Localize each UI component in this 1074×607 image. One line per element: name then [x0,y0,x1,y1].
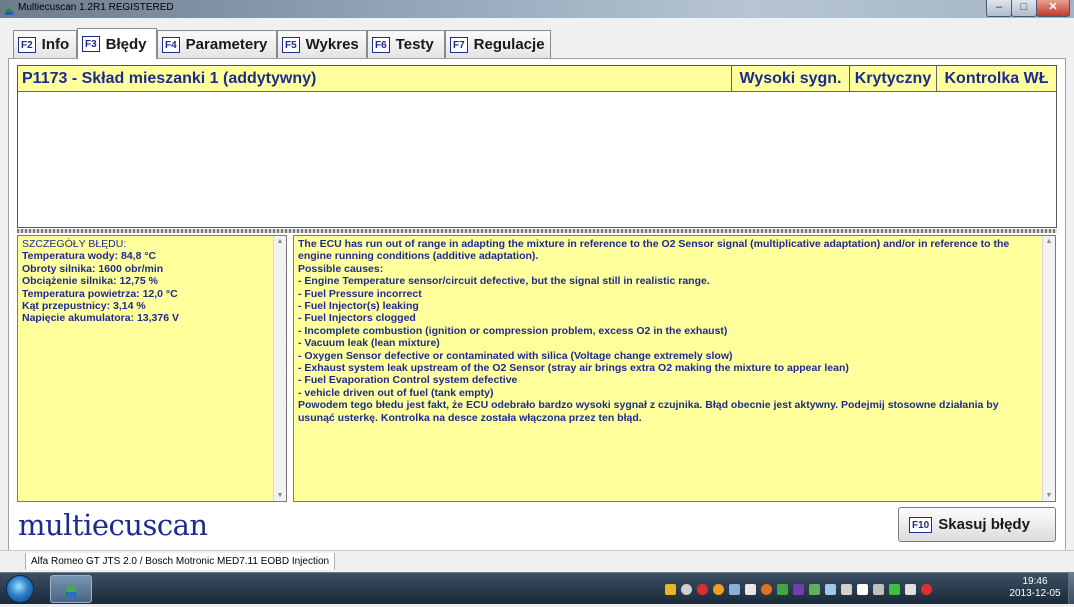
tray-icon[interactable] [857,583,868,595]
tray-icon[interactable] [729,583,740,595]
app-logo: multiecuscan [18,508,208,542]
clear-errors-label: Skasuj błędy [938,516,1030,533]
fault-critical: Krytyczny [849,66,936,91]
tab-key-badge: F4 [162,36,180,53]
button-key-badge: F10 [909,516,933,533]
clear-errors-button[interactable]: F10 Skasuj błędy [898,507,1056,542]
tab-key-badge: F3 [82,36,100,52]
tab-tests[interactable]: F6 Testy [367,30,445,58]
description-line: - Oxygen Sensor defective or contaminate… [298,349,733,362]
detail-line: Napięcie akumulatora: 13,376 V [22,312,179,325]
tab-errors[interactable]: F3 Błędy [77,28,157,59]
tab-label: Parametery [185,36,268,53]
description-line: - Fuel Injector(s) leaking [298,300,419,313]
description-line: - Fuel Pressure incorrect [298,287,422,300]
detail-line: Obciążenie silnika: 12,75 % [22,275,158,288]
taskbar: 19:46 2013-12-05 [0,572,1074,604]
description-line: Powodem tego błedu jest fakt, że ECU ode… [298,399,999,424]
tab-key-badge: F5 [282,36,300,53]
maximize-button[interactable]: □ [1011,0,1037,17]
tray-icon[interactable] [793,583,804,595]
scroll-up-icon[interactable]: ▲ [274,238,286,245]
close-button[interactable]: ✕ [1036,0,1070,17]
tray-icon[interactable] [681,583,692,595]
tray-icon[interactable] [921,583,932,595]
fault-code-description: P1173 - Skład mieszanki 1 (addytywny) [22,70,317,87]
tray-icon[interactable] [665,583,676,595]
network-icon[interactable] [873,583,884,595]
fault-details-text: SZCZEGÓŁY BŁĘDU: Temperatura wody: 84,8 … [22,238,179,325]
fault-details-panel[interactable]: SZCZEGÓŁY BŁĘDU: Temperatura wody: 84,8 … [17,235,287,502]
scroll-up-icon[interactable]: ▲ [1043,238,1055,245]
tab-chart[interactable]: F5 Wykres [277,30,367,58]
show-desktop-button[interactable] [1068,573,1074,604]
tab-label: Info [41,36,70,53]
fault-row[interactable]: P1173 - Skład mieszanki 1 (addytywny) Wy… [18,66,1056,92]
volume-icon[interactable] [905,583,916,595]
fault-high-signal: Wysoki sygn. [731,66,849,91]
panel-splitter[interactable] [17,229,1057,233]
system-tray [665,577,937,601]
tab-info[interactable]: F2 Info [13,30,77,58]
tray-icon[interactable] [745,583,756,595]
scroll-down-icon[interactable]: ▼ [274,492,286,499]
tray-icon[interactable] [777,583,788,595]
tab-parameters[interactable]: F4 Parametery [157,30,277,58]
tray-icon[interactable] [889,583,900,595]
scroll-down-icon[interactable]: ▼ [1043,492,1055,499]
description-line: - vehicle driven out of fuel (tank empty… [298,386,494,399]
tab-label: Testy [395,36,434,53]
start-button[interactable] [6,575,34,603]
description-line: - Exhaust system leak upstream of the O2… [298,362,849,375]
detail-line: Temperatura powietrza: 12,0 °C [22,287,178,300]
detail-line: Temperatura wody: 84,8 °C [22,250,157,263]
description-line: - Incomplete combustion (ignition or com… [298,324,728,337]
detail-line: Kąt przepustnicy: 3,14 % [22,300,146,313]
tab-adjustments[interactable]: F7 Regulacje [445,30,551,58]
description-line: - Engine Temperature sensor/circuit defe… [298,275,710,288]
description-line: - Fuel Evaporation Control system defect… [298,374,518,387]
tray-icon[interactable] [825,583,836,595]
description-line: The ECU has run out of range in adapting… [298,238,1010,263]
clock-date: 2013-12-05 [1009,588,1061,599]
tab-label: Regulacje [473,36,545,53]
window-title: Multiecuscan 1.2R1 REGISTERED [18,2,174,13]
tray-icon[interactable] [761,583,772,595]
detail-line: Obroty silnika: 1600 obr/min [22,262,164,275]
description-line: - Vacuum leak (lean mixture) [298,337,440,350]
taskbar-app-button[interactable] [50,575,92,603]
clock-time: 19:46 [1022,576,1048,587]
fault-list[interactable]: P1173 - Skład mieszanki 1 (addytywny) Wy… [17,65,1057,228]
fault-description-panel[interactable]: The ECU has run out of range in adapting… [293,235,1056,502]
tray-icon[interactable] [841,583,852,595]
tab-key-badge: F6 [372,36,390,53]
fault-mil-status: Kontrolka WŁ [936,66,1056,91]
status-bar: Alfa Romeo GT JTS 2.0 / Bosch Motronic M… [0,550,1074,572]
app-icon [3,3,15,15]
tab-key-badge: F2 [18,36,36,53]
tab-key-badge: F7 [450,36,468,53]
status-vehicle: Alfa Romeo GT JTS 2.0 / Bosch Motronic M… [25,553,336,570]
tray-icon[interactable] [713,583,724,595]
minimize-button[interactable]: – [986,0,1012,17]
taskbar-clock[interactable]: 19:46 2013-12-05 [1003,576,1067,600]
description-line: Possible causes: [298,262,384,275]
description-line: - Fuel Injectors clogged [298,312,416,325]
window-title-bar[interactable]: Multiecuscan 1.2R1 REGISTERED – □ ✕ [0,0,1074,18]
details-heading: SZCZEGÓŁY BŁĘDU: [22,238,127,250]
fault-description-text: The ECU has run out of range in adapting… [298,238,1037,424]
description-scrollbar[interactable]: ▲ ▼ [1042,236,1055,501]
tab-label: Wykres [305,36,359,53]
tray-icon[interactable] [809,583,820,595]
tab-label: Błędy [105,35,147,53]
tray-icon[interactable] [697,583,708,595]
details-scrollbar[interactable]: ▲ ▼ [273,236,286,501]
